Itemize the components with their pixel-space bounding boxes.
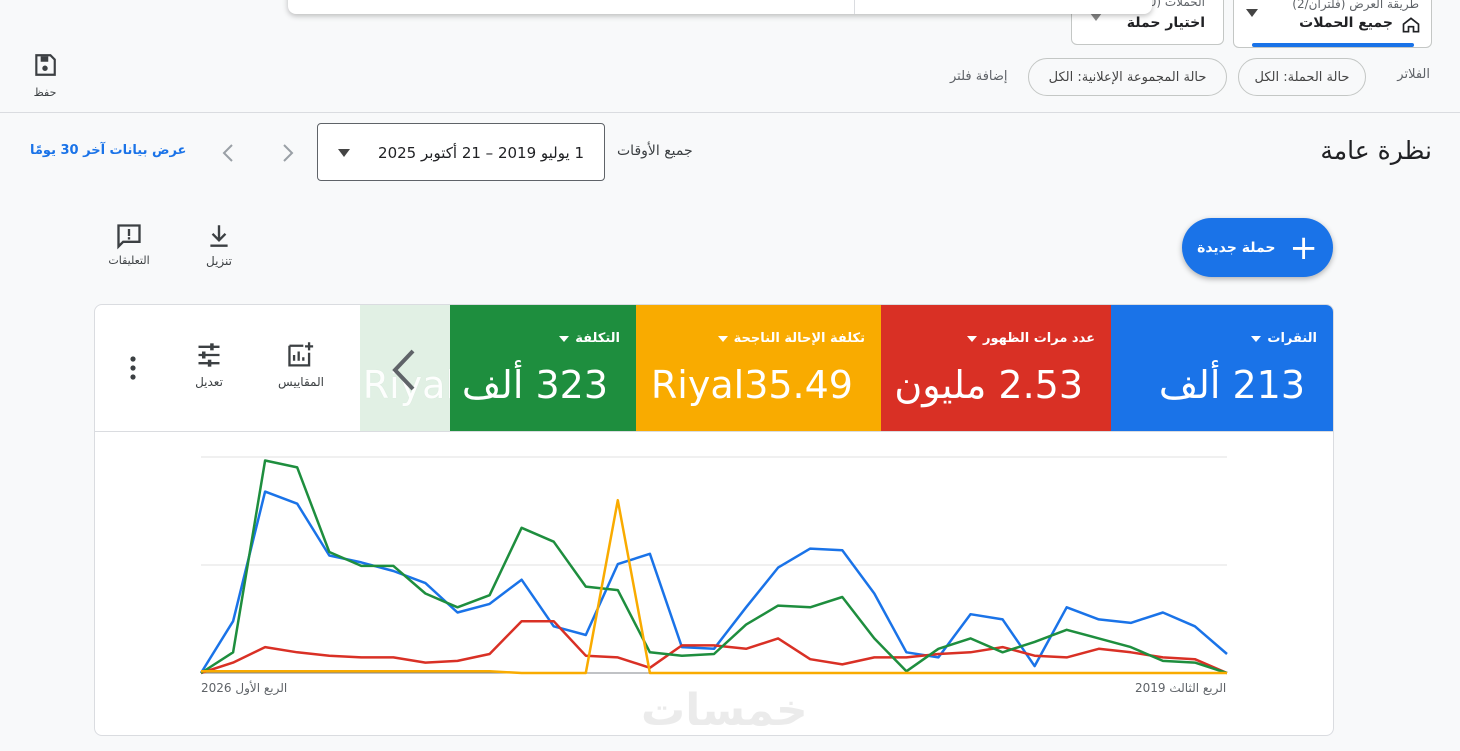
- comments-label: التعليقات: [108, 254, 150, 267]
- dropdown-icon: [559, 335, 570, 342]
- campaigns-value: اختيار حملة: [1126, 15, 1205, 31]
- chevron-down-icon: [338, 149, 350, 157]
- metric-label-cost: التكلفة: [575, 331, 620, 346]
- filters-label: الفلاتر: [1397, 67, 1430, 82]
- metrics-label: المقاييس: [278, 375, 324, 389]
- save-label: حفظ: [33, 86, 57, 99]
- metric-tile-impressions[interactable]: عدد مرات الظهور 2.53 مليون: [881, 305, 1111, 431]
- metrics-button[interactable]: المقاييس: [273, 341, 329, 389]
- scroll-left-arrow[interactable]: [385, 345, 425, 395]
- date-range-value: 1 يوليو 2019 – 21 أكتوبر 2025: [378, 144, 584, 162]
- x-axis-start-label: الربع الثالث 2019: [1135, 681, 1227, 695]
- adjust-button[interactable]: تعديل: [189, 341, 229, 389]
- adjust-label: تعديل: [195, 375, 223, 389]
- home-icon: [1402, 17, 1420, 33]
- download-icon: [210, 225, 228, 247]
- metric-value-cost-per-conversion: Riyal35.49: [650, 363, 853, 407]
- view-mode-label: طريقة العرض (فلتران/2): [1292, 0, 1419, 11]
- view-mode-underline: [1252, 43, 1414, 47]
- download-button[interactable]: تنزيل: [199, 222, 239, 268]
- all-time-label: جميع الأوقات: [617, 143, 693, 159]
- metric-label-impressions: عدد مرات الظهور: [983, 331, 1095, 346]
- next-period-icon[interactable]: [218, 141, 238, 165]
- metric-label-cost-per-conversion: تكلفة الإحالة الناجحة: [733, 331, 865, 346]
- x-axis-end-label: الربع الأول 2026: [201, 681, 288, 695]
- previous-period-icon[interactable]: [278, 141, 298, 165]
- tune-icon: [198, 343, 220, 367]
- view-mode-value: جميع الحملات: [1299, 15, 1393, 31]
- page-title: نظرة عامة: [1320, 136, 1432, 165]
- filter-chip-campaign-status[interactable]: حالة الحملة: الكل: [1238, 58, 1366, 96]
- save-icon: [35, 54, 56, 76]
- add-filter-button[interactable]: إضافة فلتر: [950, 69, 1008, 84]
- campaign-search-dropdown[interactable]: [288, 0, 1152, 14]
- plus-icon: +: [1289, 227, 1318, 268]
- metric-value-impressions: 2.53 مليون: [894, 363, 1083, 407]
- chevron-down-icon: [1246, 9, 1258, 17]
- series-line-2: [200, 459, 1228, 675]
- comments-button[interactable]: التعليقات: [103, 222, 155, 267]
- filter-chip-adgroup-status[interactable]: حالة المجموعة الإعلانية: الكل: [1028, 58, 1227, 96]
- chevron-down-icon: [1090, 13, 1102, 21]
- metric-tile-cost[interactable]: التكلفة 323 ألف: [450, 305, 636, 431]
- view-mode-selector[interactable]: طريقة العرض (فلتران/2) جميع الحملات: [1233, 0, 1432, 48]
- metric-tile-clicks[interactable]: النقرات 213 ألف: [1111, 305, 1333, 431]
- overview-card: النقرات 213 ألف عدد مرات الظهور 2.53 ملي…: [94, 304, 1334, 736]
- more-vert-icon[interactable]: [127, 355, 139, 381]
- add-chart-icon: [288, 342, 314, 367]
- metric-value-clicks: 213 ألف: [1158, 363, 1305, 407]
- feedback-icon: [117, 224, 141, 250]
- last-30-days-link[interactable]: عرض بيانات آخر 30 يومًا: [30, 143, 186, 158]
- save-button[interactable]: حفظ: [28, 52, 62, 99]
- dropdown-icon: [717, 335, 728, 342]
- download-label: تنزيل: [206, 254, 233, 268]
- date-range-picker[interactable]: 1 يوليو 2019 – 21 أكتوبر 2025: [317, 123, 605, 181]
- metric-value-cost: 323 ألف: [461, 363, 608, 407]
- dropdown-icon: [967, 335, 977, 342]
- new-campaign-label: حملة جديدة: [1197, 239, 1276, 256]
- new-campaign-button[interactable]: + حملة جديدة: [1182, 218, 1333, 277]
- divider: [0, 112, 1460, 113]
- metric-label-clicks: النقرات: [1267, 331, 1317, 346]
- watermark-logo: خمسات: [641, 685, 808, 736]
- dropdown-icon: [1251, 335, 1262, 342]
- metric-tile-cost-per-conversion[interactable]: تكلفة الإحالة الناجحة Riyal35.49: [636, 305, 881, 431]
